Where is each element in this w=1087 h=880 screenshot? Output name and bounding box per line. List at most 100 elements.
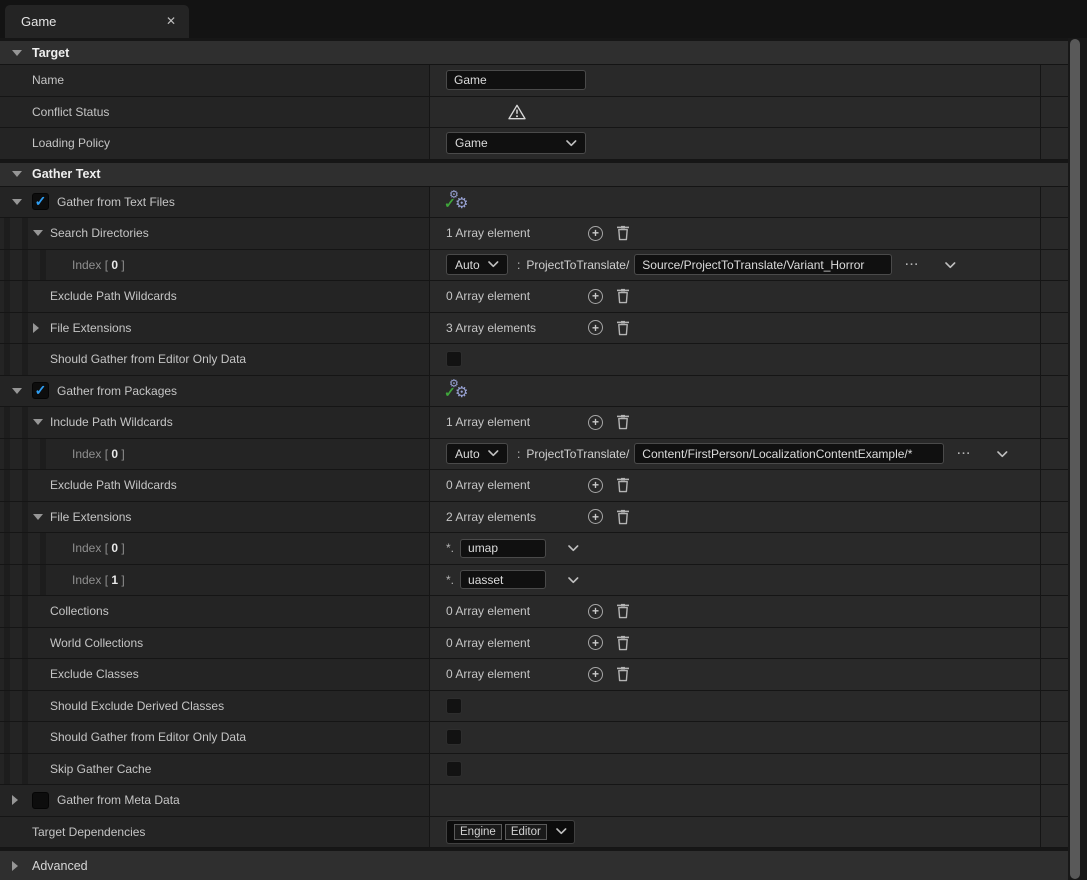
label-cell[interactable]: Exclude Path Wildcards xyxy=(0,281,430,312)
should-exclude-derived-classes-checkbox[interactable] xyxy=(446,698,462,714)
trash-icon xyxy=(616,477,630,493)
vertical-scrollbar[interactable] xyxy=(1068,38,1087,880)
label-cell[interactable]: Should Gather from Editor Only Data xyxy=(0,344,430,375)
property-row-exclude-path-wildcards: Exclude Path Wildcards0 Array element+ xyxy=(0,470,1068,502)
label-cell[interactable]: Index [ 0 ] xyxy=(0,439,430,470)
label-cell[interactable]: Target Dependencies xyxy=(0,817,430,848)
property-label: World Collections xyxy=(50,636,143,650)
value-cell: EngineEditor xyxy=(430,817,1040,848)
extra-cell xyxy=(1040,659,1068,690)
label-cell[interactable]: Search Directories xyxy=(0,218,430,249)
label-cell[interactable]: World Collections xyxy=(0,628,430,659)
tab-game[interactable]: Game ✕ xyxy=(5,5,189,38)
clear-array-button[interactable] xyxy=(616,414,630,430)
gather-from-text-files-toggle-checkbox[interactable]: ✓ xyxy=(32,193,49,210)
path-root-dropdown[interactable]: Auto xyxy=(446,443,508,464)
label-cell[interactable]: Loading Policy xyxy=(0,128,430,159)
add-element-button[interactable]: + xyxy=(588,604,603,619)
extension-options-chevron[interactable] xyxy=(568,539,579,557)
category-row-gather-text[interactable]: Gather Text xyxy=(0,163,1068,187)
label-cell[interactable]: Index [ 0 ] xyxy=(0,533,430,564)
label-cell[interactable]: Should Exclude Derived Classes xyxy=(0,691,430,722)
label-cell[interactable]: Index [ 1 ] xyxy=(0,565,430,596)
label-cell[interactable]: Should Gather from Editor Only Data xyxy=(0,722,430,753)
expander-down-icon[interactable] xyxy=(12,199,22,205)
label-cell[interactable]: ✓Gather from Packages xyxy=(0,376,430,407)
path-prefix-label: ProjectToTranslate/ xyxy=(526,447,629,461)
tab-close-icon[interactable]: ✕ xyxy=(166,14,176,28)
property-row-file-extensions: File Extensions2 Array elements+ xyxy=(0,502,1068,534)
gather-from-packages-toggle-checkbox[interactable]: ✓ xyxy=(32,382,49,399)
add-element-button[interactable]: + xyxy=(588,478,603,493)
path-options-chevron[interactable] xyxy=(997,445,1008,463)
indent-rail xyxy=(4,313,10,344)
add-element-button[interactable]: + xyxy=(588,509,603,524)
scrollbar-thumb[interactable] xyxy=(1070,39,1080,879)
gear-icon: ⚙ xyxy=(455,196,468,211)
clear-array-button[interactable] xyxy=(616,320,630,336)
clear-array-button[interactable] xyxy=(616,288,630,304)
expander-down-icon[interactable] xyxy=(33,419,43,425)
label-cell[interactable]: ✓Gather from Text Files xyxy=(0,187,430,218)
property-label: File Extensions xyxy=(50,510,131,524)
browse-ellipsis-button[interactable]: ··· xyxy=(905,259,919,271)
value-cell xyxy=(430,754,1040,785)
expander-right-icon[interactable] xyxy=(12,861,18,871)
add-element-button[interactable]: + xyxy=(588,320,603,335)
expander-down-icon[interactable] xyxy=(12,388,22,394)
expander-right-icon[interactable] xyxy=(12,795,18,805)
expander-down-icon[interactable] xyxy=(33,514,43,520)
property-row-skip-gather-cache: Skip Gather Cache xyxy=(0,754,1068,786)
path-root-dropdown[interactable]: Auto xyxy=(446,254,508,275)
category-row-target[interactable]: Target xyxy=(0,41,1068,65)
extension-options-chevron[interactable] xyxy=(568,571,579,589)
category-row-advanced[interactable]: Advanced xyxy=(0,851,1068,880)
add-element-button[interactable]: + xyxy=(588,415,603,430)
clear-array-button[interactable] xyxy=(616,509,630,525)
label-cell[interactable]: Collections xyxy=(0,596,430,627)
gather-from-meta-data-toggle-checkbox[interactable] xyxy=(32,792,49,809)
skip-gather-cache-checkbox[interactable] xyxy=(446,761,462,777)
should-gather-from-editor-only-data-checkbox[interactable] xyxy=(446,351,462,367)
name-input[interactable] xyxy=(446,70,586,90)
label-cell[interactable]: Exclude Path Wildcards xyxy=(0,470,430,501)
indent-rail xyxy=(4,628,10,659)
add-element-button[interactable]: + xyxy=(588,667,603,682)
loading-policy-dropdown[interactable]: Game xyxy=(446,132,586,154)
property-row-name: Name xyxy=(0,65,1068,97)
trash-icon xyxy=(616,603,630,619)
should-gather-from-editor-only-data-checkbox[interactable] xyxy=(446,729,462,745)
expander-right-icon[interactable] xyxy=(33,323,39,333)
label-cell[interactable]: File Extensions xyxy=(0,502,430,533)
target-dependencies-select[interactable]: EngineEditor xyxy=(446,820,575,844)
label-cell[interactable]: Exclude Classes xyxy=(0,659,430,690)
clear-array-button[interactable] xyxy=(616,603,630,619)
property-label: Gather from Meta Data xyxy=(57,793,180,807)
expander-down-icon[interactable] xyxy=(33,230,43,236)
expander-down-icon[interactable] xyxy=(12,50,22,56)
label-cell[interactable]: Conflict Status xyxy=(0,97,430,128)
label-cell[interactable]: Name xyxy=(0,65,430,96)
plus-glyph: + xyxy=(592,511,599,523)
indent-rail xyxy=(4,502,10,533)
extension-input[interactable] xyxy=(460,539,546,558)
expander-down-icon[interactable] xyxy=(12,171,22,177)
extra-cell xyxy=(1040,565,1068,596)
label-cell[interactable]: Index [ 0 ] xyxy=(0,250,430,281)
clear-array-button[interactable] xyxy=(616,635,630,651)
add-element-button[interactable]: + xyxy=(588,226,603,241)
path-input[interactable] xyxy=(634,443,944,464)
clear-array-button[interactable] xyxy=(616,225,630,241)
browse-ellipsis-button[interactable]: ··· xyxy=(957,448,971,460)
label-cell[interactable]: Skip Gather Cache xyxy=(0,754,430,785)
label-cell[interactable]: Gather from Meta Data xyxy=(0,785,430,816)
path-options-chevron[interactable] xyxy=(945,256,956,274)
add-element-button[interactable]: + xyxy=(588,635,603,650)
clear-array-button[interactable] xyxy=(616,666,630,682)
extension-input[interactable] xyxy=(460,570,546,589)
path-input[interactable] xyxy=(634,254,892,275)
label-cell[interactable]: Include Path Wildcards xyxy=(0,407,430,438)
add-element-button[interactable]: + xyxy=(588,289,603,304)
label-cell[interactable]: File Extensions xyxy=(0,313,430,344)
clear-array-button[interactable] xyxy=(616,477,630,493)
